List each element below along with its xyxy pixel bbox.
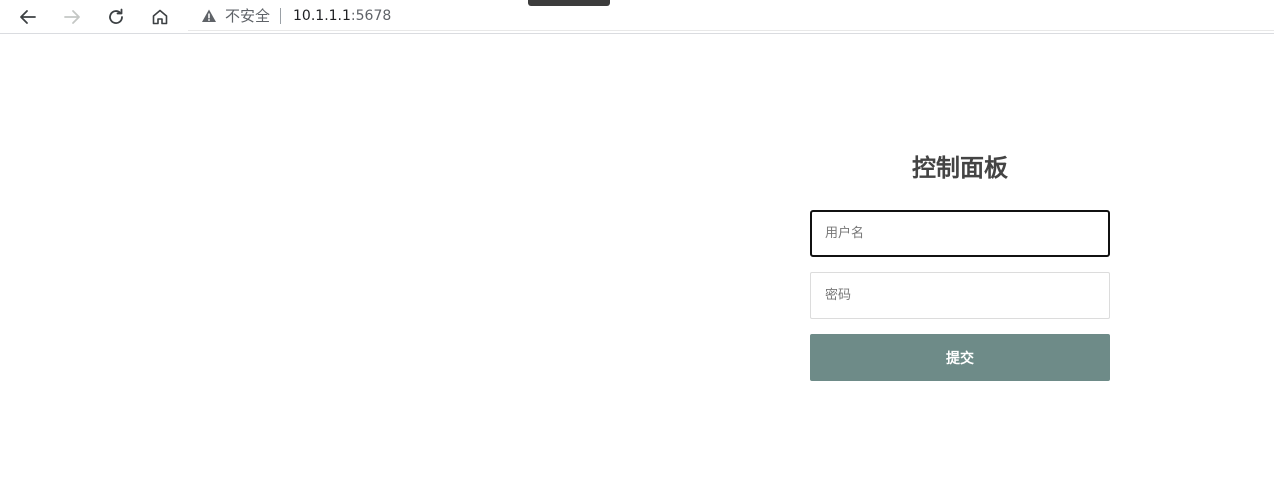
warning-triangle-icon[interactable] — [201, 8, 217, 24]
url-port: :5678 — [350, 7, 392, 24]
arrow-left-icon — [20, 10, 36, 24]
address-divider — [280, 7, 282, 24]
arrow-right-icon — [64, 10, 80, 24]
security-status-label[interactable]: 不安全 — [225, 5, 270, 26]
password-input[interactable] — [810, 272, 1110, 319]
submit-button[interactable]: 提交 — [810, 334, 1110, 381]
tooltip-edge — [528, 0, 610, 6]
username-input[interactable] — [810, 210, 1110, 257]
browser-toolbar: 不安全 10.1.1.1:5678 — [0, 0, 1274, 34]
back-button[interactable] — [13, 2, 43, 32]
page-title: 控制面板 — [912, 154, 1008, 182]
url-text[interactable]: 10.1.1.1:5678 — [293, 8, 391, 24]
forward-button[interactable] — [57, 2, 87, 32]
home-icon — [152, 9, 168, 25]
login-panel: 控制面板 提交 — [810, 150, 1110, 381]
address-bar[interactable]: 不安全 10.1.1.1:5678 — [188, 1, 1274, 31]
reload-icon — [109, 8, 123, 24]
reload-button[interactable] — [101, 2, 131, 32]
home-button[interactable] — [145, 2, 175, 32]
url-host: 10.1.1.1 — [293, 7, 351, 24]
